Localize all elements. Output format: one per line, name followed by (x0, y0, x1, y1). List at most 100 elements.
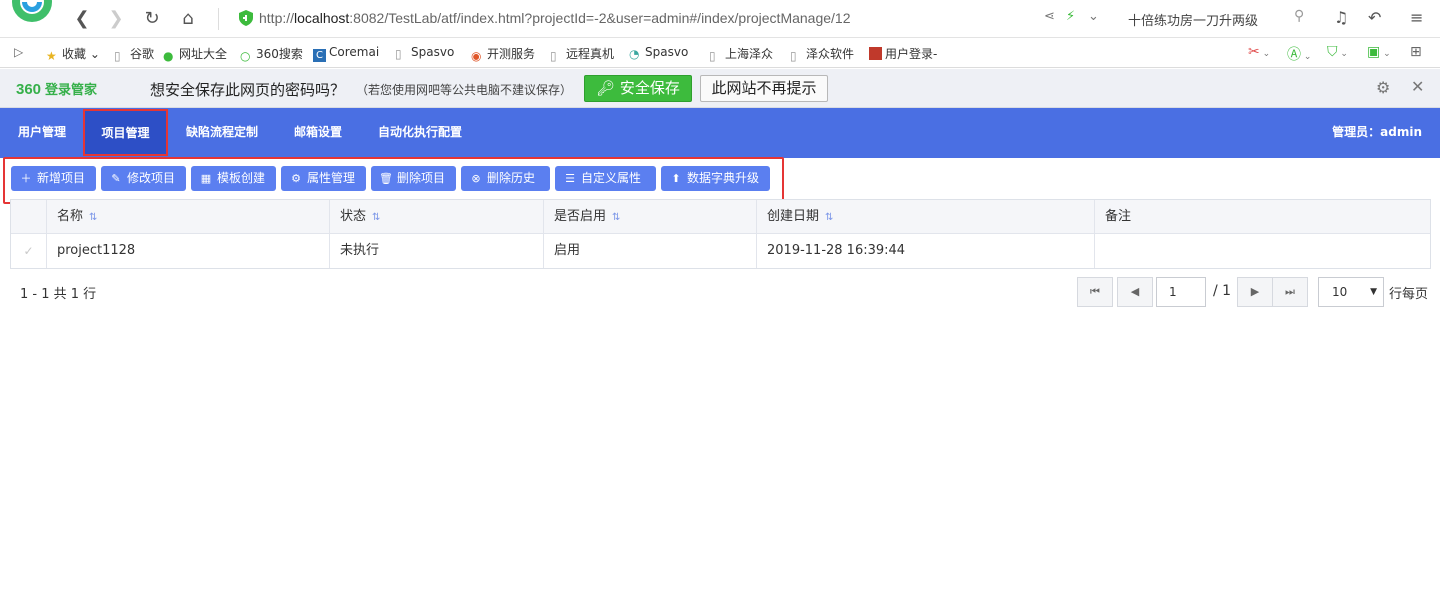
delete-history-button[interactable]: ⊗ 删除历史 (461, 166, 550, 191)
bookmark-item[interactable]: ▯ Spasvo (395, 45, 454, 61)
bookmark-item[interactable]: ◉ 开测服务 (471, 45, 535, 63)
bookmark-item[interactable]: C Coremai (313, 45, 379, 62)
sort-icon[interactable]: ⇅ (372, 212, 380, 223)
scissors-icon[interactable]: ✂ ⌄ (1248, 44, 1270, 60)
share-icon[interactable]: ⋖ (1044, 9, 1055, 24)
settings-icon: ⚙ (291, 172, 301, 185)
undo-icon[interactable]: ↶ (1368, 8, 1381, 27)
bookmark-label: 收藏 (62, 47, 87, 61)
dictionary-upgrade-button[interactable]: ⬆ 数据字典升级 (661, 166, 770, 191)
gear-icon[interactable]: ⚙ (1376, 78, 1390, 97)
table-header: 名称 ⇅ 状态 ⇅ 是否启用 ⇅ 创建日期 ⇅ 备注 (11, 200, 1430, 234)
never-prompt-button[interactable]: 此网站不再提示 (700, 75, 828, 102)
last-page-icon[interactable]: ⏭ (1272, 277, 1308, 307)
column-enabled[interactable]: 是否启用 ⇅ (544, 200, 757, 234)
upload-icon: ⬆ (671, 172, 681, 185)
bookmark-item[interactable]: ▯ 远程真机 (550, 45, 615, 63)
bookmark-item[interactable]: ○ 360搜索 (240, 45, 303, 63)
sort-icon[interactable]: ⇅ (825, 212, 833, 223)
sort-icon[interactable]: ⇅ (612, 212, 620, 223)
page-icon: ▯ (114, 49, 121, 63)
forward-icon[interactable]: ❯ (104, 7, 128, 31)
edit-icon: ✎ (111, 172, 121, 185)
page-number-input[interactable]: 1 (1156, 277, 1206, 307)
reload-icon[interactable]: ↻ (140, 7, 164, 31)
app-icon (869, 47, 882, 60)
sort-icon[interactable]: ⇅ (89, 212, 97, 223)
custom-attr-icon: ☰ (565, 172, 575, 185)
nav-mail-settings[interactable]: 邮箱设置 (284, 108, 352, 158)
headphones-icon[interactable]: ♫ (1334, 8, 1348, 27)
nav-automation-config[interactable]: 自动化执行配置 (370, 108, 470, 158)
row-check-icon[interactable]: ✓ (11, 234, 47, 268)
custom-attribute-button[interactable]: ☰ 自定义属性 (555, 166, 656, 191)
next-page-icon[interactable]: ▶ (1237, 277, 1273, 307)
bookmark-label: 远程真机 (566, 47, 615, 61)
bookmark-item[interactable]: ▯ 上海泽众 (709, 45, 773, 63)
close-icon[interactable]: ✕ (1411, 77, 1424, 96)
brand-sub: 登录管家 (45, 82, 98, 97)
button-label: 新增项目 (37, 171, 86, 185)
add-project-button[interactable]: ＋ 新增项目 (11, 166, 96, 191)
nav-user-management[interactable]: 用户管理 (8, 108, 76, 158)
bookmarks-bar: ▷ ★ 收藏 ⌄ ▯ 谷歌 ● 网址大全 ○ 360搜索 C Coremai ▯ Spasv… (0, 38, 1440, 68)
bookmark-item[interactable]: ● 网址大全 (163, 45, 227, 63)
brand-360: 360 (16, 81, 42, 98)
translate-icon[interactable]: Ⓐ ⌄ (1287, 44, 1311, 64)
swirl-icon: ◔ (629, 47, 640, 61)
url-divider (218, 8, 219, 30)
edit-project-button[interactable]: ✎ 修改项目 (101, 166, 186, 191)
button-label: 数据字典升级 (687, 171, 760, 185)
bookmark-item[interactable]: ◔ Spasvo (629, 45, 688, 61)
page-icon: ▯ (790, 49, 797, 63)
delete-project-button[interactable]: 🗑︎ 删除项目 (371, 166, 456, 191)
dropdown-chevron-icon[interactable]: ⌄ (1088, 9, 1099, 24)
nav-defect-workflow[interactable]: 缺陷流程定制 (178, 108, 266, 158)
bookmark-sidebar-icon[interactable]: ▷ (14, 45, 23, 59)
page-icon: ▯ (709, 49, 716, 63)
apps-grid-icon[interactable]: ⊞ (1410, 44, 1422, 60)
trash-icon: 🗑︎ (379, 172, 393, 185)
back-icon[interactable]: ❮ (70, 7, 94, 31)
column-status[interactable]: 状态 ⇅ (330, 200, 544, 234)
first-page-icon[interactable]: ⏮ (1077, 277, 1113, 307)
page-icon: ▯ (550, 49, 557, 63)
address-bar[interactable]: http://localhost:8082/TestLab/atf/index.… (259, 10, 851, 26)
create-template-button[interactable]: ▦ 模板创建 (191, 166, 276, 191)
button-label: 修改项目 (127, 171, 176, 185)
header-checkbox[interactable] (11, 200, 47, 234)
button-label: 删除项目 (397, 171, 446, 185)
gamepad-icon[interactable]: ▣ ⌄ (1367, 44, 1391, 60)
cell-status: 未执行 (330, 234, 544, 268)
search-icon[interactable]: ⚲ (1294, 8, 1304, 24)
button-label: 自定义属性 (581, 171, 642, 185)
bookmark-item[interactable]: ▯ 泽众软件 (790, 45, 854, 63)
page-size-select[interactable]: 10 ▼ (1318, 277, 1384, 307)
c-icon: C (313, 49, 326, 62)
column-created-date[interactable]: 创建日期 ⇅ (757, 200, 1095, 234)
column-name[interactable]: 名称 ⇅ (47, 200, 330, 234)
prev-page-icon[interactable]: ◀ (1117, 277, 1153, 307)
bookmark-favorites[interactable]: ★ 收藏 ⌄ (46, 45, 100, 63)
browser-logo-icon[interactable] (10, 0, 54, 28)
bookmark-item[interactable]: 用户登录- (869, 45, 937, 62)
bookmark-label: Coremai (329, 45, 380, 59)
cell-created-date: 2019-11-28 16:39:44 (757, 234, 1095, 268)
hot-search-text[interactable]: 十倍练功房一刀升两级 (1128, 10, 1258, 29)
admin-user-label[interactable]: 管理员：admin (1332, 108, 1422, 158)
target-icon: ◉ (471, 49, 482, 63)
menu-icon[interactable]: ≡ (1410, 8, 1423, 27)
page-icon: ▯ (395, 47, 402, 61)
column-remark[interactable]: 备注 (1095, 200, 1430, 234)
money-shield-icon[interactable]: ⛉ ⌄ (1327, 44, 1348, 60)
password-save-bar: 360 登录管家 想安全保存此网页的密码吗？ （若您使用网吧等公共电脑不建议保存）… (0, 69, 1440, 108)
nav-project-management[interactable]: 项目管理 (83, 109, 168, 156)
bookmark-item[interactable]: ▯ 谷歌 (114, 45, 154, 63)
home-icon[interactable]: ⌂ (176, 7, 200, 31)
safe-save-button[interactable]: 🔑︎ 安全保存 (584, 75, 692, 102)
speed-bolt-icon[interactable]: ⚡ (1066, 9, 1075, 24)
attribute-management-button[interactable]: ⚙ 属性管理 (281, 166, 366, 191)
save-password-question: 想安全保存此网页的密码吗？ (150, 81, 346, 99)
column-label: 是否启用 (554, 209, 607, 224)
browser-titlebar: ❮ ❯ ↻ ⌂ http://localhost:8082/TestLab/at… (0, 0, 1440, 38)
